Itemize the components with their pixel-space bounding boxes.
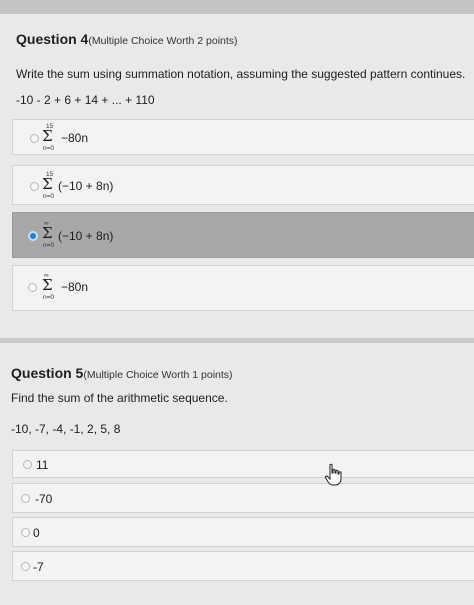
summation-lower-limit: n=0 [43,193,55,200]
q4-option-a-expression: −80n [61,131,89,145]
q4-option-c[interactable]: ∞ Σ n=0 (−10 + 8n) [12,212,474,258]
summation-lower-limit: n=0 [43,294,55,301]
q4-option-d[interactable]: ∞ Σ n=0 −80n [12,265,474,311]
summation-sigma-icon: Σ [42,127,53,145]
question-5-meta: (Multiple Choice Worth 1 points) [83,369,233,381]
q5-option-d-label: -7 [33,560,44,574]
q4-option-d-radio[interactable] [28,283,37,292]
q5-option-d-radio[interactable] [21,562,30,571]
q5-option-b-label: -70 [35,492,53,506]
q4-option-a[interactable]: 15 Σ n=0 −80n [12,119,474,155]
q4-option-c-radio[interactable] [28,231,38,241]
q5-option-b-radio[interactable] [21,494,30,503]
q4-option-c-expression: (−10 + 8n) [58,229,114,243]
question-5-sequence: -10, -7, -4, -1, 2, 5, 8 [11,422,121,436]
question-5-title: Question 5(Multiple Choice Worth 1 point… [11,365,233,381]
q4-option-a-radio[interactable] [30,134,39,143]
summation-sigma-icon: Σ [42,224,53,242]
question-4-meta: (Multiple Choice Worth 2 points) [88,35,238,47]
q5-option-d[interactable]: -7 [12,551,474,581]
hand-cursor-icon [324,463,342,486]
question-5-panel: Question 5(Multiple Choice Worth 1 point… [0,343,474,605]
question-4-panel: Question 4(Multiple Choice Worth 2 point… [0,14,474,338]
question-4-title: Question 4(Multiple Choice Worth 2 point… [16,31,238,47]
q4-option-b-radio[interactable] [30,182,39,191]
summation-lower-limit: n=0 [43,145,55,152]
summation-sigma-icon: Σ [42,276,53,294]
q5-option-a-radio[interactable] [23,460,32,469]
q4-option-b[interactable]: 15 Σ n=0 (−10 + 8n) [12,165,474,205]
summation-lower-limit: n=0 [43,242,55,249]
top-strip [0,0,474,14]
question-4-sequence: -10 - 2 + 6 + 14 + ... + 110 [16,93,155,107]
question-5-prompt: Find the sum of the arithmetic sequence. [11,391,228,405]
q4-option-d-expression: −80n [61,280,89,294]
q5-option-a-label: 11 [36,458,49,472]
q5-option-c-radio[interactable] [21,528,30,537]
q4-option-b-expression: (−10 + 8n) [58,179,114,193]
q5-option-a[interactable]: 11 [12,450,474,478]
q5-option-c-label: 0 [33,526,40,540]
summation-sigma-icon: Σ [42,175,53,193]
question-4-prompt: Write the sum using summation notation, … [16,67,466,81]
q5-option-c[interactable]: 0 [12,517,474,547]
q5-option-b[interactable]: -70 [12,483,474,513]
